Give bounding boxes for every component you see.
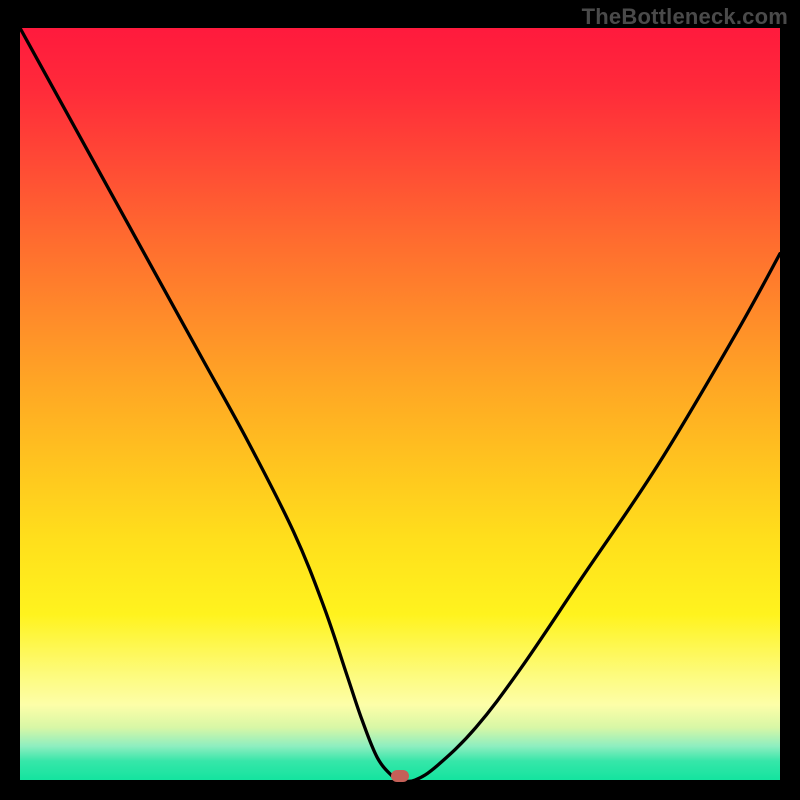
curve-svg [20, 28, 780, 780]
watermark-text: TheBottleneck.com [582, 4, 788, 30]
curve-path [20, 28, 780, 780]
trough-marker [391, 770, 409, 782]
chart-frame: TheBottleneck.com [0, 0, 800, 800]
plot-area [20, 28, 780, 780]
